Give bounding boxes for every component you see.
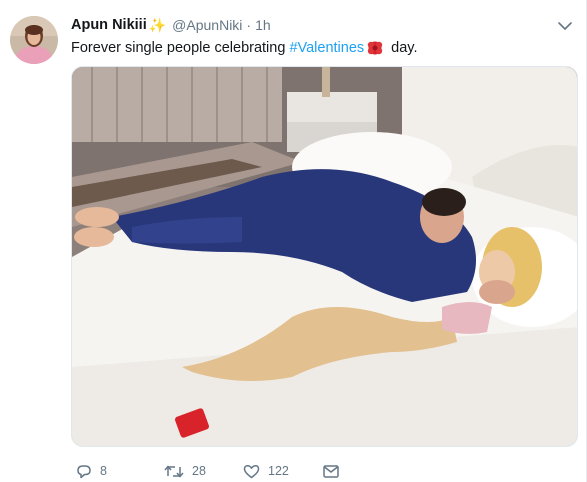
like-button[interactable]: 122 <box>243 464 323 479</box>
like-count: 122 <box>268 464 289 478</box>
retweet-icon <box>164 464 184 479</box>
direct-message-button[interactable] <box>323 464 339 478</box>
timestamp[interactable]: 1h <box>255 17 271 33</box>
reply-button[interactable]: 8 <box>76 464 164 479</box>
rose-icon <box>366 40 384 56</box>
retweet-count: 28 <box>192 464 206 478</box>
user-handle[interactable]: @ApunNiki <box>172 17 242 33</box>
sparkles-icon: ✨ <box>148 16 167 33</box>
tweet-text: Forever single people celebrating #Valen… <box>71 38 418 58</box>
hashtag-link[interactable]: #Valentines <box>289 38 364 58</box>
tweet-photo[interactable] <box>71 66 578 447</box>
envelope-icon <box>323 464 339 478</box>
tweet-card[interactable]: Apun Nikiii ✨ @ApunNiki · 1h Forever sin… <box>0 0 587 482</box>
heart-icon <box>243 464 260 479</box>
tweet-header: Apun Nikiii ✨ @ApunNiki · 1h <box>71 15 271 35</box>
separator-dot: · <box>246 17 252 33</box>
tweet-text-before: Forever single people celebrating <box>71 40 290 56</box>
tweet-actions: 8 28 122 <box>76 462 339 480</box>
display-name[interactable]: Apun Nikiii <box>71 17 147 33</box>
reply-icon <box>76 464 92 479</box>
avatar[interactable] <box>10 16 58 64</box>
reply-count: 8 <box>100 464 107 478</box>
tweet-text-after: day. <box>387 40 418 56</box>
chevron-down-icon[interactable] <box>558 18 572 30</box>
retweet-button[interactable]: 28 <box>164 464 243 479</box>
